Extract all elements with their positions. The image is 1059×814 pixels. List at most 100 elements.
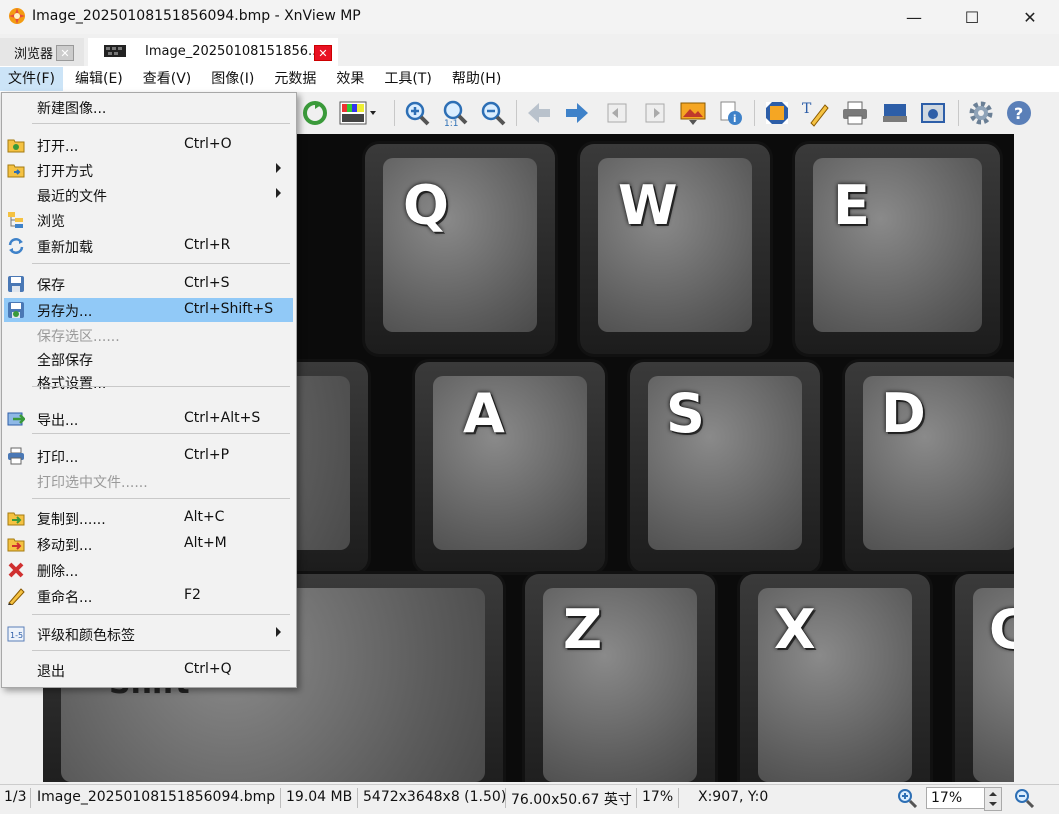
- tab-browser-close-icon[interactable]: ✕: [56, 45, 74, 61]
- file-menu-item[interactable]: 重命名... F2: [4, 584, 293, 608]
- help-icon[interactable]: ?: [1004, 98, 1034, 128]
- toolbar-separator: [754, 100, 755, 126]
- fullscreen-icon[interactable]: [762, 98, 792, 128]
- text-edit-icon[interactable]: T: [800, 98, 830, 128]
- status-separator: [30, 788, 31, 808]
- file-menu-item: 打印选中文件......: [4, 469, 293, 493]
- file-menu-item-label: 打开...: [37, 139, 79, 155]
- photo-key-q: Q: [365, 144, 555, 354]
- file-menu-item[interactable]: 删除...: [4, 558, 293, 582]
- status-separator: [505, 788, 506, 808]
- status-bar: 1/3 Image_20250108151856094.bmp 19.04 MB…: [0, 784, 1059, 811]
- status-filesize: 19.04 MB: [286, 789, 353, 805]
- close-window-button[interactable]: ✕: [1001, 0, 1059, 34]
- last-page-icon[interactable]: [640, 98, 670, 128]
- menu-edit[interactable]: 编辑(E): [67, 67, 131, 91]
- file-menu-item[interactable]: 导出... Ctrl+Alt+S: [4, 407, 293, 431]
- file-menu-item[interactable]: 打开... Ctrl+O: [4, 133, 293, 157]
- svg-text:?: ?: [1014, 104, 1023, 123]
- photo-key-z: Z: [525, 574, 715, 782]
- rename-icon: [7, 587, 25, 606]
- status-separator: [280, 788, 281, 808]
- slideshow-picture-icon[interactable]: [678, 98, 708, 128]
- file-menu-item-label: 最近的文件: [37, 189, 107, 205]
- photo-key-w: W: [580, 144, 770, 354]
- scanner-icon[interactable]: [880, 98, 910, 128]
- settings-gear-icon[interactable]: [966, 98, 996, 128]
- image-info-icon[interactable]: i: [716, 98, 746, 128]
- zoom-spinner[interactable]: [984, 787, 1002, 811]
- menu-effects[interactable]: 效果: [328, 67, 372, 91]
- file-menu-item-label: 格式设置...: [37, 376, 107, 392]
- toolbar-separator: [516, 100, 517, 126]
- previous-arrow-icon[interactable]: [524, 98, 554, 128]
- file-menu-item[interactable]: 1-5 评级和颜色标签: [4, 622, 293, 646]
- file-menu-item-label: 评级和颜色标签: [37, 628, 135, 644]
- submenu-arrow-icon: [276, 163, 281, 173]
- tab-image[interactable]: Image_20250108151856... ✕: [88, 38, 338, 66]
- menu-view[interactable]: 查看(V): [135, 67, 200, 91]
- file-menu-item-label: 保存: [37, 278, 65, 294]
- color-palette-icon[interactable]: [338, 98, 378, 128]
- camera-capture-icon[interactable]: [918, 98, 948, 128]
- file-menu-item[interactable]: 退出 Ctrl+Q: [4, 658, 293, 682]
- zoom-actual-size-icon[interactable]: 1:1: [440, 98, 470, 128]
- tab-browser[interactable]: 浏览器 ✕: [0, 38, 84, 66]
- file-menu-item[interactable]: 新建图像...: [4, 95, 293, 119]
- menu-metadata[interactable]: 元数据: [266, 67, 324, 91]
- menu-image[interactable]: 图像(I): [203, 67, 262, 91]
- maximize-button[interactable]: ☐: [943, 0, 1001, 34]
- file-menu-item[interactable]: 打印... Ctrl+P: [4, 444, 293, 468]
- status-zoom: 17%: [642, 789, 674, 805]
- file-menu-item-shortcut: Ctrl+Alt+S: [184, 410, 261, 426]
- file-menu-item-label: 移动到...: [37, 538, 93, 554]
- file-menu-item-shortcut: Ctrl+O: [184, 136, 232, 152]
- file-menu-item-label: 浏览: [37, 214, 65, 230]
- toolbar-separator: [958, 100, 959, 126]
- file-menu-item[interactable]: 全部保存: [4, 347, 293, 371]
- menu-separator: [32, 650, 290, 651]
- file-menu-item[interactable]: 打开方式: [4, 158, 293, 182]
- first-page-icon[interactable]: [602, 98, 632, 128]
- minimize-button[interactable]: —: [885, 0, 943, 34]
- file-menu-item-label: 另存为...: [37, 304, 93, 320]
- file-menu-item-shortcut: Alt+M: [184, 535, 227, 551]
- browse-tree-icon: [7, 211, 25, 229]
- zoom-value-field[interactable]: 17%: [926, 787, 986, 809]
- window-title: Image_20250108151856094.bmp - XnView MP: [32, 8, 361, 24]
- keyboard-thumbnail-icon: [104, 45, 126, 57]
- photo-key-a: A: [415, 362, 605, 572]
- print-toolbar-icon[interactable]: [840, 98, 870, 128]
- menu-tools[interactable]: 工具(T): [376, 67, 439, 91]
- file-menu-item-label: 重新加载: [37, 240, 93, 256]
- file-menu-item[interactable]: 复制到...... Alt+C: [4, 506, 293, 530]
- tab-image-label: Image_20250108151856...: [145, 44, 321, 59]
- file-menu-item[interactable]: 另存为... Ctrl+Shift+S: [4, 298, 293, 322]
- photo-key-label: S: [666, 382, 705, 445]
- menu-file[interactable]: 文件(F): [0, 67, 63, 91]
- rotate-refresh-icon[interactable]: [300, 98, 330, 128]
- file-menu-item[interactable]: 保存 Ctrl+S: [4, 272, 293, 296]
- zoom-out-icon[interactable]: [478, 98, 508, 128]
- file-menu-item-label: 新建图像...: [37, 101, 107, 117]
- next-arrow-icon[interactable]: [562, 98, 592, 128]
- menu-help[interactable]: 帮助(H): [444, 67, 509, 91]
- file-menu-item[interactable]: 格式设置...: [4, 370, 293, 394]
- file-menu-item[interactable]: 浏览: [4, 208, 293, 232]
- status-zoom-out-icon[interactable]: [1014, 788, 1035, 809]
- file-menu-item-shortcut: Alt+C: [184, 509, 225, 525]
- file-menu-item[interactable]: 移动到... Alt+M: [4, 532, 293, 556]
- file-menu-item[interactable]: 最近的文件: [4, 183, 293, 207]
- photo-key-label: A: [463, 382, 505, 445]
- status-filename: Image_20250108151856094.bmp: [37, 789, 276, 805]
- zoom-in-icon[interactable]: [402, 98, 432, 128]
- menu-bar: 文件(F) 编辑(E) 查看(V) 图像(I) 元数据 效果 工具(T) 帮助(…: [0, 66, 1059, 92]
- photo-key-label: D: [881, 382, 926, 445]
- save-icon: [7, 275, 25, 293]
- tab-image-close-icon[interactable]: ✕: [314, 45, 332, 61]
- photo-key-label: C: [989, 598, 1014, 661]
- status-coordinates: X:907, Y:0: [698, 789, 769, 805]
- file-menu-item[interactable]: 重新加载 Ctrl+R: [4, 234, 293, 258]
- status-zoom-in-icon[interactable]: [897, 788, 918, 809]
- file-menu-item-label: 打印选中文件......: [37, 475, 148, 491]
